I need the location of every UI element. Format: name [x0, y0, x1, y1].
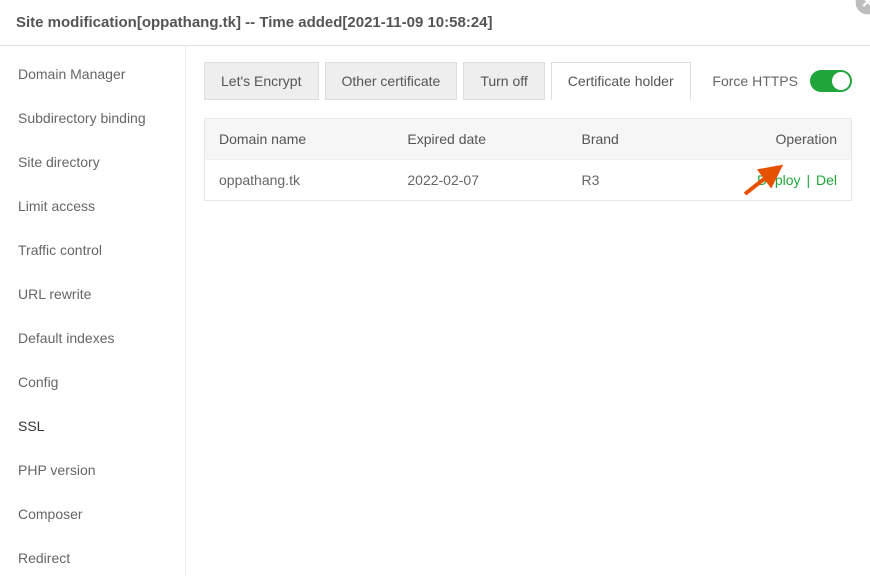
- cell-operation: Deploy | Del: [674, 160, 851, 201]
- col-operation: Operation: [674, 119, 851, 160]
- sidebar-item-ssl[interactable]: SSL: [0, 404, 185, 448]
- main-panel: Let's Encrypt Other certificate Turn off…: [186, 46, 870, 576]
- tabs-row: Let's Encrypt Other certificate Turn off…: [204, 62, 852, 100]
- sidebar-item-domain-manager[interactable]: Domain Manager: [0, 52, 185, 96]
- sidebar-item-label: SSL: [18, 418, 44, 434]
- force-https-toggle[interactable]: [810, 70, 852, 92]
- sidebar-item-label: Site directory: [18, 154, 100, 170]
- sidebar-item-label: Composer: [18, 506, 83, 522]
- sidebar-item-label: PHP version: [18, 462, 96, 478]
- certificate-table: Domain name Expired date Brand Operation…: [204, 118, 852, 201]
- sidebar-item-label: Config: [18, 374, 58, 390]
- modal-title: Site modification[oppathang.tk] -- Time …: [16, 14, 493, 31]
- sidebar-item-site-directory[interactable]: Site directory: [0, 140, 185, 184]
- sidebar: Domain Manager Subdirectory binding Site…: [0, 46, 186, 576]
- sidebar-item-default-indexes[interactable]: Default indexes: [0, 316, 185, 360]
- sidebar-item-label: Redirect: [18, 550, 70, 566]
- close-button[interactable]: ✕: [856, 0, 870, 14]
- sidebar-item-label: Limit access: [18, 198, 95, 214]
- sidebar-item-url-rewrite[interactable]: URL rewrite: [0, 272, 185, 316]
- sidebar-item-label: URL rewrite: [18, 286, 91, 302]
- sidebar-item-subdirectory-binding[interactable]: Subdirectory binding: [0, 96, 185, 140]
- modal-body: Domain Manager Subdirectory binding Site…: [0, 46, 870, 576]
- action-separator: |: [806, 172, 810, 188]
- deploy-link[interactable]: Deploy: [757, 172, 801, 188]
- col-expired-date: Expired date: [393, 119, 567, 160]
- sidebar-item-composer[interactable]: Composer: [0, 492, 185, 536]
- tab-lets-encrypt[interactable]: Let's Encrypt: [204, 62, 319, 100]
- sidebar-item-label: Domain Manager: [18, 66, 125, 82]
- cell-expired: 2022-02-07: [393, 160, 567, 201]
- sidebar-item-label: Traffic control: [18, 242, 102, 258]
- tab-certificate-holder[interactable]: Certificate holder: [551, 62, 691, 100]
- sidebar-item-label: Default indexes: [18, 330, 115, 346]
- sidebar-item-traffic-control[interactable]: Traffic control: [0, 228, 185, 272]
- sidebar-item-php-version[interactable]: PHP version: [0, 448, 185, 492]
- tab-turn-off[interactable]: Turn off: [463, 62, 544, 100]
- force-https-label: Force HTTPS: [712, 73, 798, 89]
- sidebar-item-config[interactable]: Config: [0, 360, 185, 404]
- table-row: oppathang.tk 2022-02-07 R3 Deploy | Del: [205, 160, 852, 201]
- sidebar-item-label: Subdirectory binding: [18, 110, 146, 126]
- cell-brand: R3: [567, 160, 674, 201]
- tab-other-certificate[interactable]: Other certificate: [325, 62, 458, 100]
- force-https-control: Force HTTPS: [712, 70, 852, 92]
- modal-header: Site modification[oppathang.tk] -- Time …: [0, 0, 870, 46]
- col-domain-name: Domain name: [205, 119, 394, 160]
- table-header-row: Domain name Expired date Brand Operation: [205, 119, 852, 160]
- sidebar-item-redirect[interactable]: Redirect: [0, 536, 185, 580]
- close-icon: ✕: [861, 0, 870, 12]
- sidebar-item-limit-access[interactable]: Limit access: [0, 184, 185, 228]
- del-link[interactable]: Del: [816, 172, 837, 188]
- col-brand: Brand: [567, 119, 674, 160]
- cell-domain: oppathang.tk: [205, 160, 394, 201]
